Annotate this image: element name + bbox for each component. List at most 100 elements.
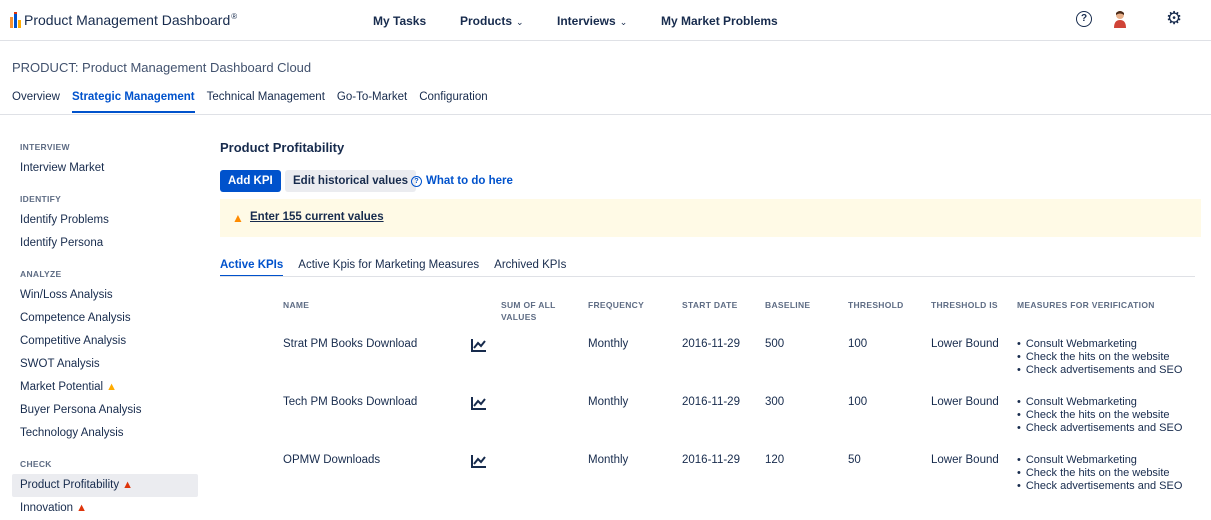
sidebar-item-label: Innovation <box>20 502 74 514</box>
column-header-measures: MEASURES FOR VERIFICATION <box>1017 300 1155 310</box>
column-header-threshold-is: THRESHOLD IS <box>931 300 998 310</box>
kpi-name[interactable]: Strat PM Books Download <box>283 338 417 350</box>
measure-item: Check the hits on the website <box>1017 351 1182 364</box>
column-header-baseline: BASELINE <box>765 300 811 310</box>
kpi-threshold-is: Lower Bound <box>931 338 999 350</box>
sidebar-item-buyer-persona-analysis[interactable]: Buyer Persona Analysis <box>12 399 198 422</box>
what-to-do-here-link[interactable]: ? What to do here <box>411 175 513 187</box>
kpi-frequency: Monthly <box>588 454 629 466</box>
sidebar: INTERVIEW Interview Market IDENTIFY Iden… <box>12 138 198 520</box>
kpi-baseline: 120 <box>765 454 785 466</box>
measure-item: Check the hits on the website <box>1017 409 1182 422</box>
error-icon: ▲ <box>76 502 87 514</box>
kpi-baseline: 300 <box>765 396 785 408</box>
column-header-threshold: THRESHOLD <box>848 300 904 310</box>
nav-my-market-problems[interactable]: My Market Problems <box>661 14 778 28</box>
line-chart-icon[interactable] <box>471 396 487 410</box>
kpi-frequency: Monthly <box>588 338 629 350</box>
sidebar-item-product-profitability[interactable]: Product Profitability ▲ <box>12 474 198 497</box>
page-title: Product Profitability <box>220 140 345 155</box>
sidebar-item-swot-analysis[interactable]: SWOT Analysis <box>12 353 198 376</box>
kpi-threshold: 100 <box>848 338 868 350</box>
kpi-threshold-is: Lower Bound <box>931 396 999 408</box>
kpi-threshold: 100 <box>848 396 868 408</box>
enter-values-link[interactable]: Enter 155 current values <box>250 211 384 223</box>
column-header-sum-line1: SUM OF ALL <box>501 300 556 310</box>
tab-archived-kpis[interactable]: Archived KPIs <box>494 259 566 277</box>
sidebar-item-technology-analysis[interactable]: Technology Analysis <box>12 422 198 445</box>
kpi-baseline: 500 <box>765 338 785 350</box>
kpi-name[interactable]: OPMW Downloads <box>283 454 380 466</box>
sidebar-item-label: Market Potential <box>20 381 104 393</box>
kpi-start-date: 2016-11-29 <box>682 338 740 350</box>
nav-products[interactable]: Products ⌄ <box>460 14 524 28</box>
column-header-frequency: FREQUENCY <box>588 300 645 310</box>
measure-item: Consult Webmarketing <box>1017 396 1182 409</box>
sidebar-item-win-loss-analysis[interactable]: Win/Loss Analysis <box>12 284 198 307</box>
add-kpi-button[interactable]: Add KPI <box>220 170 281 192</box>
avatar[interactable] <box>1112 10 1128 28</box>
measure-item: Check advertisements and SEO <box>1017 422 1183 435</box>
kpi-threshold-is: Lower Bound <box>931 454 999 466</box>
line-chart-icon[interactable] <box>471 454 487 468</box>
sidebar-section-interview: INTERVIEW <box>20 142 70 152</box>
sidebar-item-competitive-analysis[interactable]: Competitive Analysis <box>12 330 198 353</box>
tab-configuration[interactable]: Configuration <box>419 91 487 113</box>
sidebar-item-identify-persona[interactable]: Identify Persona <box>12 232 198 255</box>
kpi-name[interactable]: Tech PM Books Download <box>283 396 417 408</box>
line-chart-icon[interactable] <box>471 338 487 352</box>
column-header-start-date: START DATE <box>682 300 738 310</box>
sidebar-item-identify-problems[interactable]: Identify Problems <box>12 209 198 232</box>
nav-interviews-label: Interviews <box>557 14 616 28</box>
chevron-down-icon: ⌄ <box>619 17 628 27</box>
error-icon: ▲ <box>122 479 133 491</box>
kpi-start-date: 2016-11-29 <box>682 454 740 466</box>
warning-icon: ▲ <box>232 211 244 225</box>
measure-item: Consult Webmarketing <box>1017 338 1182 351</box>
help-icon: ? <box>411 176 422 187</box>
kpi-measures: Consult Webmarketing Check the hits on t… <box>1017 396 1183 435</box>
measure-item: Check the hits on the website <box>1017 467 1182 480</box>
tab-active-kpis[interactable]: Active KPIs <box>220 259 284 277</box>
logo-icon <box>10 12 22 28</box>
nav-products-label: Products <box>460 14 513 28</box>
product-tabs: Overview Strategic Management Technical … <box>12 91 500 113</box>
kpi-tabs: Active KPIs Active Kpis for Marketing Me… <box>220 259 581 277</box>
nav-my-tasks[interactable]: My Tasks <box>373 14 426 28</box>
sidebar-item-label: Product Profitability <box>20 479 120 491</box>
help-icon[interactable]: ? <box>1076 11 1092 27</box>
kpi-start-date: 2016-11-29 <box>682 396 740 408</box>
top-navbar: Product Management Dashboard ® My Tasks P… <box>0 0 1211 41</box>
tab-strategic-management[interactable]: Strategic Management <box>71 91 195 113</box>
sidebar-item-competence-analysis[interactable]: Competence Analysis <box>12 307 198 330</box>
sidebar-section-check: CHECK <box>20 459 52 469</box>
tab-active-kpis-marketing[interactable]: Active Kpis for Marketing Measures <box>298 259 479 277</box>
trademark: ® <box>231 12 238 21</box>
edit-historical-values-button[interactable]: Edit historical values <box>285 170 417 192</box>
sidebar-item-innovation[interactable]: Innovation ▲ <box>12 497 198 520</box>
measure-item: Check advertisements and SEO <box>1017 480 1183 493</box>
alert-banner: ▲ Enter 155 current values <box>220 199 1201 237</box>
kpi-measures: Consult Webmarketing Check the hits on t… <box>1017 454 1183 493</box>
kpi-threshold: 50 <box>848 454 861 466</box>
column-header-name: NAME <box>283 300 310 310</box>
tab-go-to-market[interactable]: Go-To-Market <box>337 91 407 113</box>
warning-icon: ▲ <box>106 381 117 393</box>
nav-interviews[interactable]: Interviews ⌄ <box>557 14 627 28</box>
product-title: PRODUCT: Product Management Dashboard Cl… <box>12 60 312 75</box>
sidebar-item-market-potential[interactable]: Market Potential ▲ <box>12 376 198 399</box>
gear-icon[interactable]: ⚙ <box>1166 8 1182 29</box>
kpi-measures: Consult Webmarketing Check the hits on t… <box>1017 338 1183 377</box>
tab-overview[interactable]: Overview <box>12 91 60 113</box>
brand[interactable]: Product Management Dashboard ® <box>10 12 237 28</box>
chevron-down-icon: ⌄ <box>516 17 524 27</box>
measure-item: Consult Webmarketing <box>1017 454 1182 467</box>
app-title: Product Management Dashboard <box>24 12 231 28</box>
column-header-sum: SUM OF ALL VALUES <box>501 299 556 323</box>
column-header-sum-line2: VALUES <box>501 312 537 322</box>
sidebar-item-interview-market[interactable]: Interview Market <box>12 157 198 180</box>
sidebar-section-identify: IDENTIFY <box>20 194 62 204</box>
what-to-do-label: What to do here <box>426 175 513 187</box>
tab-technical-management[interactable]: Technical Management <box>207 91 325 113</box>
tabs-divider <box>0 114 1211 115</box>
